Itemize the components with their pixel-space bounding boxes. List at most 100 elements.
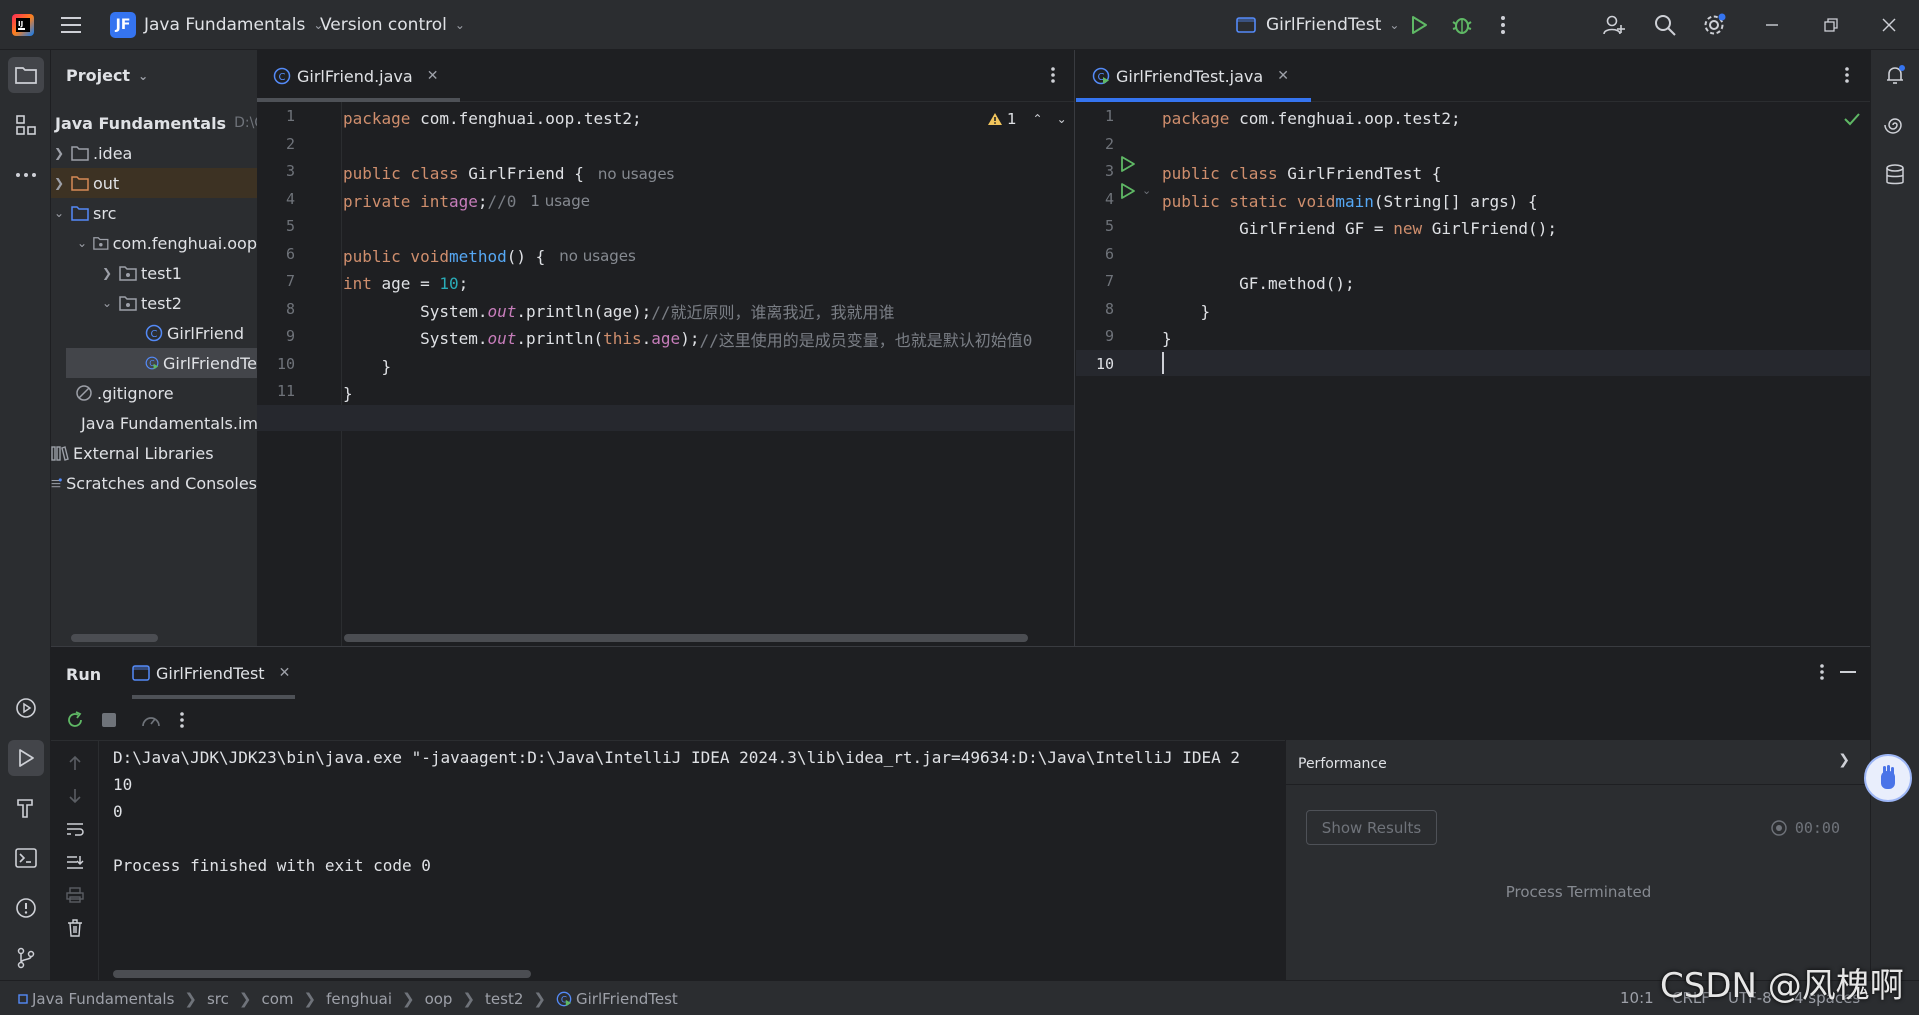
run-config-selector[interactable]: GirlFriendTest ⌄ [1236, 0, 1399, 50]
module-icon [18, 993, 28, 1004]
right-tool-strip [1870, 50, 1919, 980]
chevron-down-icon[interactable]: ⌄ [1057, 112, 1067, 126]
database-icon [1886, 164, 1904, 185]
close-icon[interactable]: ✕ [1277, 68, 1289, 84]
run-tool-button[interactable] [8, 740, 44, 776]
close-icon [1882, 18, 1896, 32]
project-panel-scrollbar[interactable] [71, 634, 158, 642]
database-button[interactable] [1877, 157, 1913, 193]
console-h-scrollbar[interactable] [113, 970, 531, 978]
breadcrumb-item[interactable]: Java Fundamentals [32, 990, 174, 1008]
terminal-tool-button[interactable] [8, 840, 44, 876]
hamburger-icon [61, 17, 81, 33]
tree-item-scratches[interactable]: Scratches and Consoles [51, 468, 257, 498]
run-tab[interactable]: GirlFriendTest ✕ [132, 647, 290, 699]
hide-panel-button[interactable] [1840, 671, 1856, 673]
editor-left-h-scrollbar[interactable] [344, 634, 1028, 642]
project-tool-button[interactable] [8, 57, 44, 93]
more-vertical-icon [1501, 16, 1505, 34]
editor-right-menu-button[interactable] [1844, 66, 1850, 84]
editor-right-code[interactable]: package com.fenghuai.oop.test2; public c… [1076, 102, 1870, 646]
tree-item-test2[interactable]: ⌄ test2 [51, 288, 257, 318]
more-tools-button[interactable] [8, 157, 44, 193]
timer-icon [1771, 820, 1787, 836]
rerun-button[interactable] [61, 706, 89, 734]
close-window-button[interactable] [1882, 0, 1896, 50]
usage-hint[interactable]: no usages [598, 165, 675, 183]
runnable-class-icon: C [145, 356, 159, 370]
notifications-button[interactable] [1877, 57, 1913, 93]
tree-item-girlfriend[interactable]: C GirlFriend [51, 318, 257, 348]
code-with-me-button[interactable] [1603, 0, 1625, 50]
print-button[interactable] [61, 881, 89, 909]
tree-item-gitignore[interactable]: .gitignore [51, 378, 257, 408]
tab-girlfriend-java[interactable]: C GirlFriend.java ✕ [257, 50, 461, 102]
vcs-menu[interactable]: Version control ⌄ [320, 0, 465, 50]
runnable-class-icon: C [556, 991, 572, 1006]
minimize-button[interactable] [1765, 0, 1779, 50]
chevron-right-icon: ❯ [533, 989, 546, 1008]
editor-right-tabbar: C GirlFriendTest.java ✕ [1076, 50, 1870, 102]
stop-button[interactable] [95, 706, 123, 734]
build-tool-button[interactable] [8, 790, 44, 826]
usage-hint[interactable]: no usages [559, 247, 636, 265]
console-output[interactable]: D:\Java\JDK\JDK23\bin\java.exe "-javaage… [113, 740, 1285, 980]
tree-item-girlfriendtest[interactable]: C GirlFriendTe [66, 348, 257, 378]
editor-left-menu-button[interactable] [1050, 66, 1056, 84]
tree-item-idea[interactable]: ❯ .idea [51, 138, 257, 168]
profiler-button[interactable] [137, 706, 165, 734]
structure-tool-button[interactable] [8, 107, 44, 143]
main-menu-button[interactable] [61, 0, 83, 50]
breadcrumb-item[interactable]: fenghuai [326, 990, 392, 1008]
restore-button[interactable] [1824, 0, 1838, 50]
services-tool-button[interactable] [8, 690, 44, 726]
breadcrumb-item[interactable]: src [207, 990, 229, 1008]
soft-wrap-button[interactable] [61, 815, 89, 843]
tree-item-external-libraries[interactable]: External Libraries [51, 438, 257, 468]
tree-item-test1[interactable]: ❯ test1 [51, 258, 257, 288]
up-button[interactable] [61, 749, 89, 777]
text-caret [1162, 352, 1164, 374]
clear-console-button[interactable] [61, 914, 89, 942]
debug-button[interactable] [1451, 0, 1473, 50]
tree-item-label: Java Fundamentals.iml [81, 413, 257, 433]
floating-assistant-button[interactable] [1864, 754, 1912, 802]
down-button[interactable] [61, 782, 89, 810]
breadcrumb-item[interactable]: GirlFriendTest [576, 990, 678, 1008]
search-everywhere-button[interactable] [1654, 0, 1676, 50]
tree-item-iml[interactable]: Java Fundamentals.iml [51, 408, 257, 438]
tree-item-root[interactable]: Java Fundamentals D:\C [51, 108, 257, 138]
close-icon[interactable]: ✕ [427, 68, 439, 84]
breadcrumb-item[interactable]: com [261, 990, 293, 1008]
class-icon: C [145, 324, 163, 342]
tree-item-src[interactable]: ⌄ src [51, 198, 257, 228]
inspection-widget[interactable]: 1 ⌃ ⌄ [987, 110, 1067, 128]
chevron-up-icon[interactable]: ⌃ [1033, 112, 1043, 126]
project-panel-header[interactable]: Project ⌄ [66, 66, 148, 85]
run-button[interactable] [1410, 0, 1428, 50]
tree-item-out[interactable]: ❯ out [51, 168, 257, 198]
more-actions-button[interactable] [1500, 0, 1506, 50]
project-switcher[interactable]: JF Java Fundamentals ⌄ [110, 0, 323, 50]
run-more-button[interactable] [168, 706, 196, 734]
usage-hint[interactable]: 1 usage [530, 192, 590, 210]
close-icon[interactable]: ✕ [279, 665, 291, 681]
tab-girlfriendtest-java[interactable]: C GirlFriendTest.java ✕ [1076, 50, 1311, 102]
breadcrumb-item[interactable]: test2 [485, 990, 523, 1008]
app-logo-icon[interactable]: IJ [12, 0, 34, 50]
problems-tool-button[interactable] [8, 890, 44, 926]
tree-item-package[interactable]: ⌄ com.fenghuai.oop [51, 228, 257, 258]
git-tool-button[interactable] [8, 940, 44, 976]
code-line: System. out .println(this. age);//这里使用的是成员变… [343, 325, 1074, 353]
editor-left-code[interactable]: package com.fenghuai.oop.test2; public c… [257, 102, 1074, 646]
breadcrumb-item[interactable]: oop [425, 990, 453, 1008]
svg-text:C: C [151, 329, 158, 340]
ai-assistant-button[interactable] [1877, 107, 1913, 143]
run-panel-options-button[interactable] [1819, 663, 1825, 681]
show-results-button[interactable]: Show Results [1306, 810, 1437, 845]
check-icon[interactable] [1844, 112, 1860, 126]
scroll-to-end-button[interactable] [61, 848, 89, 876]
caret-position[interactable]: 10:1 [1620, 989, 1654, 1007]
settings-button[interactable] [1702, 0, 1726, 50]
chevron-right-icon[interactable]: ❯ [1838, 752, 1850, 768]
